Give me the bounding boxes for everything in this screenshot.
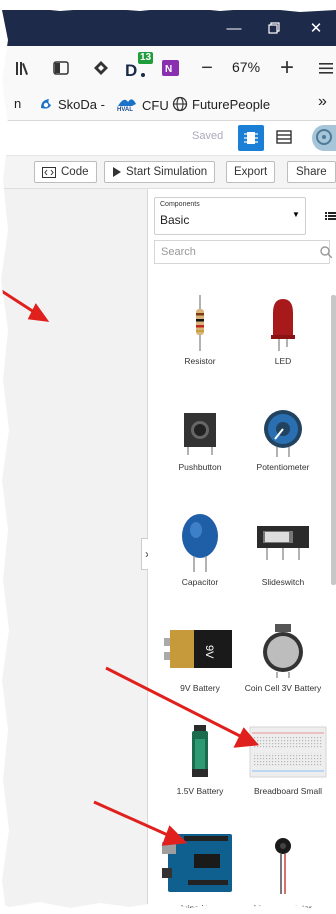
annotation-arrows bbox=[0, 288, 260, 846]
torn-edge-decoration bbox=[0, 0, 9, 912]
torn-edge-bottom-decoration bbox=[0, 902, 336, 912]
torn-edge-top-decoration bbox=[0, 0, 336, 12]
